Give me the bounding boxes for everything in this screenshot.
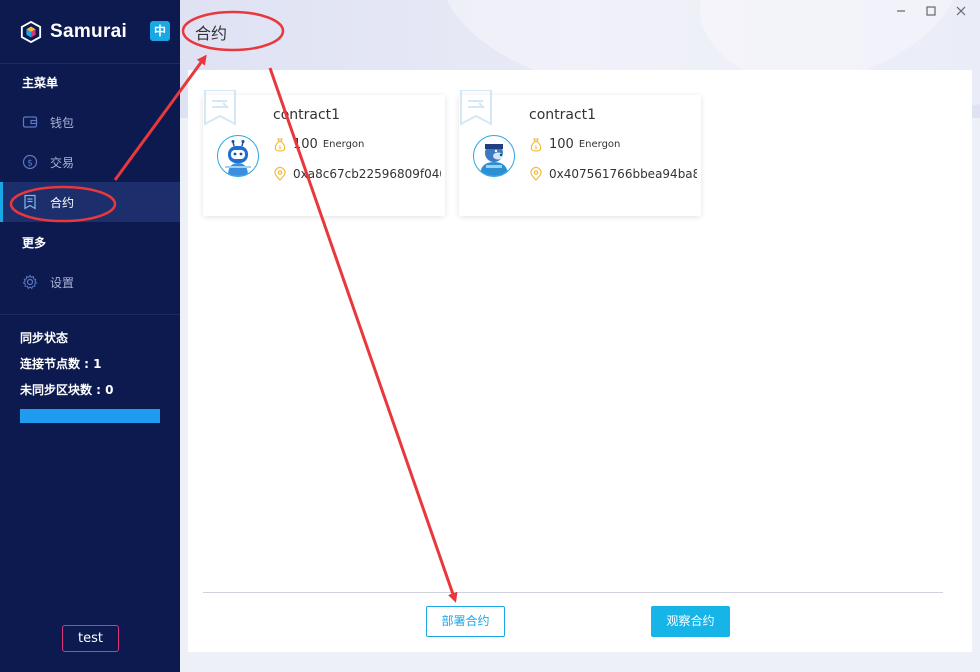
unsynced-blocks-label: 未同步区块数 :	[20, 383, 101, 397]
money-bag-icon: $	[274, 137, 286, 152]
balance-unit: Energon	[578, 139, 621, 150]
contract-address: 0x407561766bbea94ba8389	[549, 167, 697, 181]
location-pin-icon	[274, 167, 286, 181]
connected-nodes: 连接节点数 : 1	[0, 351, 180, 377]
connected-nodes-label: 连接节点数 :	[20, 357, 89, 371]
unsynced-blocks: 未同步区块数 : 0	[0, 377, 180, 403]
svg-text:$: $	[278, 145, 282, 151]
sidebar: Samurai 中 主菜单 钱包 $ 交易 合约 更多 设置 同步状态 连接节点…	[0, 0, 180, 672]
balance-amount: 100	[293, 137, 318, 152]
deploy-contract-button[interactable]: 部署合约	[426, 606, 505, 637]
money-bag-icon: $	[530, 137, 542, 152]
sidebar-item-wallet[interactable]: 钱包	[0, 102, 180, 142]
wallet-icon	[22, 114, 38, 130]
sidebar-item-label: 设置	[50, 275, 75, 290]
minimize-button[interactable]	[894, 4, 908, 18]
balance-row: $ 100 Energon	[273, 137, 441, 152]
samurai-logo-icon	[20, 20, 42, 43]
sync-progress-bar	[20, 409, 160, 423]
balance-row: $ 100 Energon	[529, 137, 697, 152]
page-title: 合约	[195, 24, 228, 43]
brand: Samurai 中	[0, 0, 180, 64]
contract-card[interactable]: contract1 $ 100 Energon 0x407561766bbea9…	[459, 90, 701, 216]
language-toggle-button[interactable]: 中	[150, 21, 170, 41]
dollar-circle-icon: $	[22, 154, 38, 170]
sidebar-item-label: 交易	[50, 155, 75, 170]
address-row: 0x407561766bbea94ba8389	[529, 167, 697, 181]
watch-contract-button[interactable]: 观察合约	[651, 606, 730, 637]
bookmark-icon	[460, 90, 492, 126]
footer-divider	[203, 592, 943, 593]
sync-status-title: 同步状态	[20, 331, 69, 345]
connected-nodes-value: 1	[93, 357, 102, 371]
sidebar-item-settings[interactable]: 设置	[0, 262, 180, 302]
window-controls	[894, 4, 968, 18]
location-pin-icon	[530, 167, 542, 181]
contract-name: contract1	[529, 107, 597, 123]
svg-text:$: $	[27, 159, 33, 169]
maximize-button[interactable]	[924, 4, 938, 18]
svg-text:$: $	[534, 145, 538, 151]
balance-amount: 100	[549, 137, 574, 152]
contract-card[interactable]: contract1 $ 100 Energon 0xa8c67cb2259680…	[203, 90, 445, 216]
contract-address: 0xa8c67cb22596809f0406b	[293, 167, 441, 181]
unsynced-blocks-value: 0	[105, 383, 114, 397]
close-button[interactable]	[954, 4, 968, 18]
address-row: 0xa8c67cb22596809f0406b	[273, 167, 441, 181]
balance-unit: Energon	[322, 139, 365, 150]
sidebar-item-label: 合约	[50, 195, 75, 210]
sidebar-item-contract[interactable]: 合约	[0, 182, 180, 222]
bookmark-icon	[204, 90, 236, 126]
contract-name: contract1	[273, 107, 341, 123]
bear-avatar	[473, 135, 515, 177]
account-button[interactable]: test	[62, 625, 119, 652]
main-menu-title: 主菜单	[22, 76, 59, 90]
sidebar-item-transaction[interactable]: $ 交易	[0, 142, 180, 182]
gear-icon	[22, 274, 38, 290]
robot-avatar	[217, 135, 259, 177]
more-title: 更多	[22, 236, 47, 250]
app-name: Samurai	[50, 20, 128, 42]
contract-icon	[22, 194, 38, 210]
sidebar-item-label: 钱包	[50, 115, 75, 130]
sidebar-divider	[0, 314, 180, 315]
